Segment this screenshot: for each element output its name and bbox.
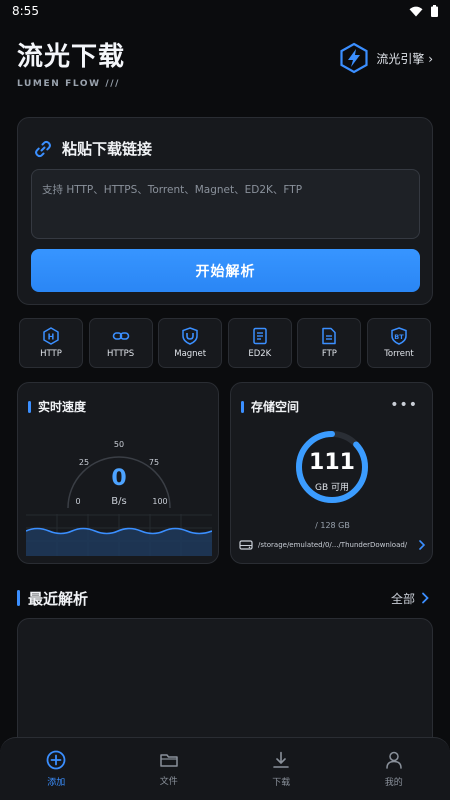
- file-icon: [322, 327, 337, 345]
- recent-title: 最近解析: [28, 589, 89, 608]
- user-icon: [386, 751, 402, 769]
- accent-bar: [28, 400, 31, 413]
- status-time: 8:55: [12, 4, 39, 18]
- link-icon: [35, 140, 51, 157]
- svg-text:BT: BT: [394, 333, 404, 341]
- start-parse-button[interactable]: 开始解析: [31, 249, 420, 292]
- tab-label: 下载: [272, 778, 291, 788]
- document-icon: [253, 327, 267, 345]
- recent-header: 最近解析 全部: [17, 588, 433, 608]
- view-all-link[interactable]: 全部: [391, 590, 429, 607]
- protocol-label: Torrent: [384, 349, 414, 359]
- accent-bar: [241, 400, 244, 413]
- bottom-tab-bar: 添加 文件 下载 我的: [0, 737, 450, 800]
- protocol-http[interactable]: H HTTP: [19, 318, 83, 368]
- tab-downloads[interactable]: 下载: [225, 738, 338, 800]
- protocol-label: ED2K: [248, 349, 272, 359]
- download-link-input[interactable]: [31, 169, 420, 239]
- protocol-magnet[interactable]: Magnet: [158, 318, 223, 368]
- view-all-label: 全部: [390, 591, 415, 606]
- folder-icon: [160, 754, 178, 767]
- more-icon[interactable]: •••: [390, 397, 418, 413]
- tab-files[interactable]: 文件: [113, 738, 226, 800]
- h-shield-icon: H: [43, 327, 59, 345]
- protocol-https[interactable]: HTTPS: [88, 318, 153, 368]
- protocol-ftp[interactable]: FTP: [297, 318, 362, 368]
- tab-profile[interactable]: 我的: [338, 738, 450, 800]
- protocol-list: H HTTP HTTPS Magnet ED2K FTP BT Torrent: [19, 318, 431, 368]
- tab-label: 添加: [47, 778, 66, 788]
- speed-card: 实时速度 0 25 50 75 100 0 B/s: [17, 382, 219, 564]
- lightning-hexagon-icon: [340, 42, 368, 74]
- storage-path-row[interactable]: /storage/emulated/0/.../ThunderDownload/: [239, 539, 426, 551]
- storage-title: 存储空间: [251, 400, 300, 414]
- storage-path: /storage/emulated/0/.../ThunderDownload/: [258, 541, 408, 549]
- magnet-shield-icon: [182, 327, 198, 345]
- add-circle-icon: [46, 750, 66, 770]
- engine-label: 流光引擎 ›: [376, 51, 433, 66]
- protocol-label: FTP: [321, 349, 337, 359]
- speed-value: 0: [111, 466, 127, 491]
- speed-title: 实时速度: [38, 400, 87, 414]
- download-icon: [273, 751, 290, 768]
- tab-label: 我的: [384, 778, 403, 788]
- app-header: 流光下载 LUMEN FLOW /// 流光引擎 ›: [17, 36, 433, 92]
- link-icon: [112, 332, 129, 340]
- paste-title-text: 粘贴下载链接: [62, 140, 153, 158]
- protocol-label: HTTP: [40, 349, 62, 359]
- paste-link-card: 粘贴下载链接 开始解析: [17, 117, 433, 305]
- protocol-label: Magnet: [174, 349, 207, 359]
- accent-bar: [17, 590, 20, 606]
- storage-total: / 128 GB: [315, 521, 350, 530]
- speed-unit: B/s: [111, 496, 127, 507]
- gauge-tick-50: 50: [114, 440, 124, 449]
- storage-free-unit: GB 可用: [314, 483, 349, 493]
- app-subtitle: LUMEN FLOW ///: [17, 79, 121, 89]
- wifi-icon: [409, 6, 423, 16]
- hard-drive-icon: [239, 540, 253, 550]
- tab-label: 文件: [159, 777, 178, 787]
- protocol-label: HTTPS: [107, 349, 135, 359]
- protocol-ed2k[interactable]: ED2K: [227, 318, 292, 368]
- speed-wave-graph: [26, 514, 212, 556]
- status-bar: 8:55: [0, 0, 450, 22]
- storage-card: 存储空间 ••• 111 GB 可用 / 128 GB /storage/emu…: [230, 382, 433, 564]
- storage-free-value: 111: [309, 450, 355, 475]
- chevron-right-icon: [419, 540, 426, 550]
- engine-button[interactable]: 流光引擎 ›: [338, 42, 433, 74]
- protocol-torrent[interactable]: BT Torrent: [366, 318, 431, 368]
- bt-shield-icon: BT: [391, 327, 407, 345]
- battery-icon: [431, 5, 438, 17]
- chevron-right-icon: [422, 592, 429, 604]
- paste-title: 粘贴下载链接: [34, 138, 152, 159]
- tab-add[interactable]: 添加: [0, 738, 113, 800]
- svg-text:H: H: [48, 332, 55, 341]
